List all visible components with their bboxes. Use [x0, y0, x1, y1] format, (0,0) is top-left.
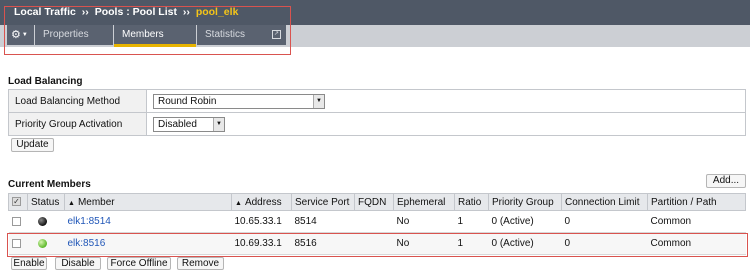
- ratio-cell: 1: [454, 210, 489, 233]
- priority-activation-select[interactable]: Disabled ▼: [153, 116, 225, 132]
- enable-button[interactable]: Enable: [11, 257, 47, 270]
- select-all-checkbox[interactable]: ✓: [12, 197, 21, 207]
- disable-button[interactable]: Disable: [55, 257, 101, 270]
- col-priority-group[interactable]: Priority Group: [488, 193, 562, 211]
- connection-limit-cell: 0: [561, 210, 648, 233]
- chevron-down-icon: ▼: [213, 117, 224, 131]
- ephemeral-cell: No: [393, 210, 455, 233]
- col-connection-limit[interactable]: Connection Limit: [561, 193, 648, 211]
- col-ratio[interactable]: Ratio: [454, 193, 489, 211]
- chevron-down-icon: ▼: [313, 94, 324, 108]
- remove-button[interactable]: Remove: [177, 257, 224, 270]
- col-partition-path[interactable]: Partition / Path: [647, 193, 746, 211]
- col-fqdn[interactable]: FQDN: [354, 193, 394, 211]
- service-port-cell: 8514: [291, 210, 355, 233]
- col-service-port[interactable]: Service Port: [291, 193, 355, 211]
- add-member-button[interactable]: Add...: [706, 174, 746, 188]
- status-offline-icon: [37, 216, 47, 226]
- row-checkbox[interactable]: [11, 216, 21, 226]
- priority-group-cell: 0 (Active): [488, 210, 562, 233]
- col-status[interactable]: Status: [27, 193, 65, 211]
- lb-method-label: Load Balancing Method: [8, 89, 147, 113]
- priority-activation-cell: Disabled ▼: [146, 112, 746, 136]
- highlight-box-row: [7, 233, 748, 257]
- col-address-label: Address: [244, 196, 282, 208]
- row-select-cell: [8, 210, 28, 233]
- partition-cell: Common: [647, 210, 746, 233]
- lb-method-select[interactable]: Round Robin ▼: [153, 93, 325, 109]
- force-offline-button[interactable]: Force Offline: [107, 257, 171, 270]
- select-all-header: ✓: [8, 193, 28, 211]
- lb-method-value: Round Robin: [158, 95, 217, 107]
- update-button[interactable]: Update: [11, 138, 54, 152]
- priority-activation-label: Priority Group Activation: [8, 112, 147, 136]
- lb-method-cell: Round Robin ▼: [146, 89, 746, 113]
- col-ephemeral[interactable]: Ephemeral: [393, 193, 455, 211]
- current-members-title: Current Members: [8, 179, 91, 190]
- highlight-box-header: [4, 6, 291, 55]
- priority-activation-value: Disabled: [158, 118, 197, 130]
- load-balancing-title: Load Balancing: [8, 76, 83, 87]
- table-row: elk1:8514 10.65.33.1 8514 No 1 0 (Active…: [8, 210, 746, 233]
- address-cell: 10.65.33.1: [231, 210, 292, 233]
- member-cell: elk1:8514: [64, 210, 232, 233]
- fqdn-cell: [354, 210, 394, 233]
- sort-icon: ▲: [68, 199, 75, 207]
- col-address[interactable]: ▲ Address: [231, 193, 292, 211]
- sort-icon: ▲: [235, 199, 242, 207]
- status-cell: [27, 210, 65, 233]
- member-link[interactable]: elk1:8514: [68, 216, 111, 227]
- load-balancing-table: Load Balancing Method Round Robin ▼ Prio…: [8, 89, 746, 136]
- col-member[interactable]: ▲ Member: [64, 193, 232, 211]
- col-member-label: Member: [77, 196, 115, 208]
